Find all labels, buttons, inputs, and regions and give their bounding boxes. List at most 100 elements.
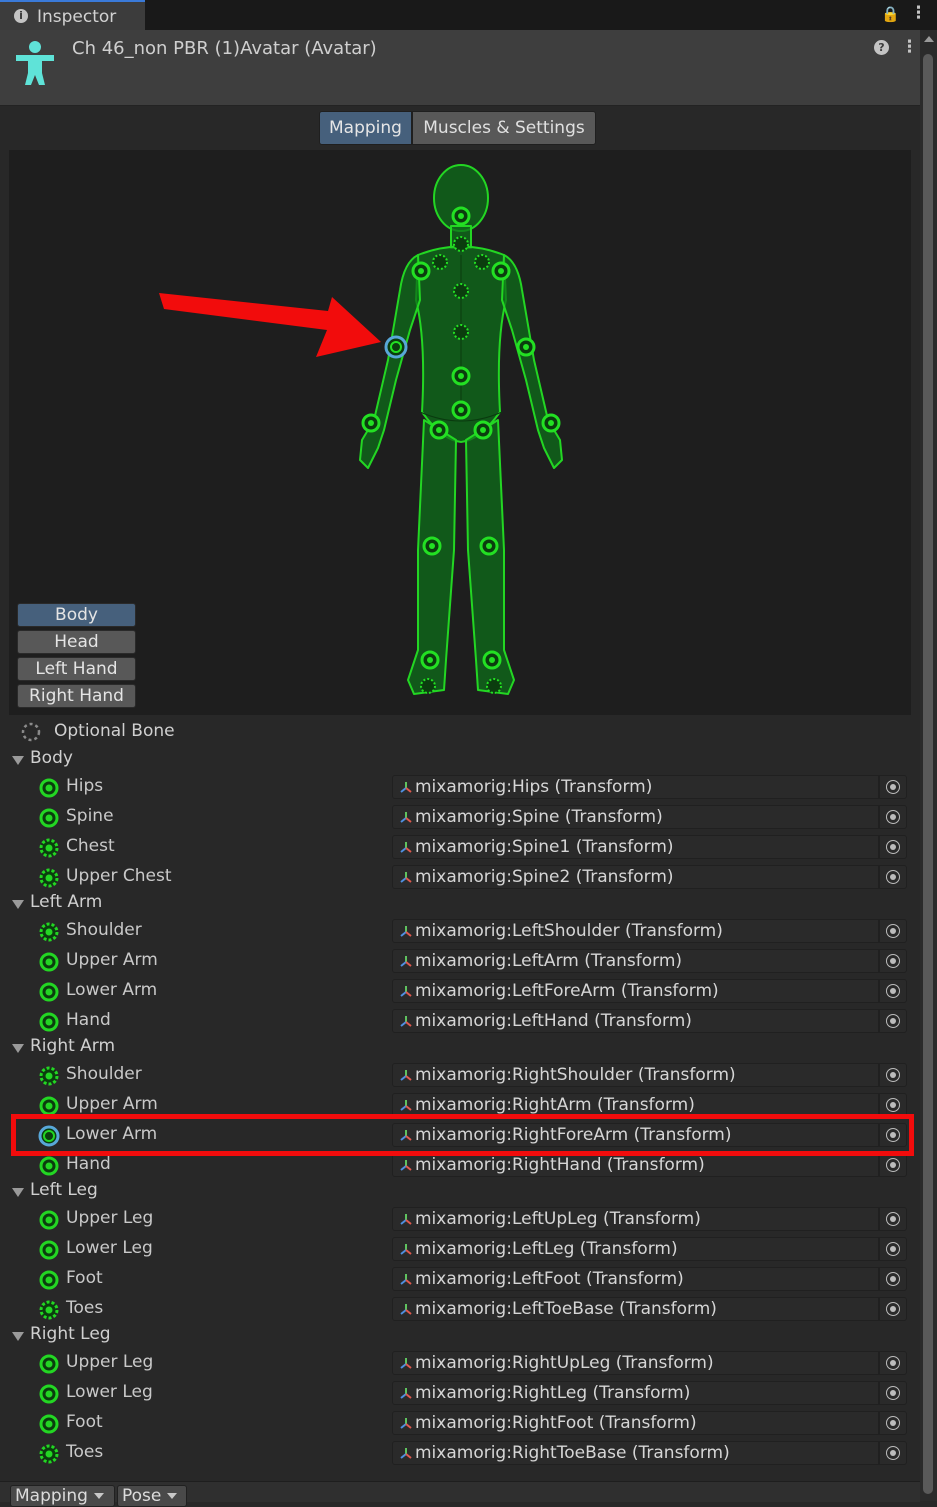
object-picker-button[interactable]: [879, 1297, 907, 1321]
tab-mapping[interactable]: Mapping: [319, 111, 412, 145]
transform-object-field[interactable]: mixamorig:Spine2 (Transform): [392, 865, 879, 889]
object-picker-button[interactable]: [879, 1351, 907, 1375]
bone-row[interactable]: Upper Leg mixamorig:RightUpLeg (Transform…: [0, 1349, 920, 1379]
bone-row[interactable]: Upper Arm mixamorig:LeftArm (Transform): [0, 947, 920, 977]
object-picker-button[interactable]: [879, 775, 907, 799]
bone-name: Toes: [66, 1298, 104, 1318]
object-picker-button[interactable]: [879, 865, 907, 889]
foldout-arrow-icon[interactable]: [12, 1044, 24, 1053]
mapping-dropdown[interactable]: Mapping: [10, 1485, 115, 1507]
transform-value: mixamorig:LeftArm (Transform): [415, 951, 683, 971]
optional-bone-icon: [39, 922, 59, 942]
optional-bone-icon: [39, 868, 59, 888]
bone-row[interactable]: Foot mixamorig:LeftFoot (Transform): [0, 1265, 920, 1295]
transform-icon: [400, 1016, 412, 1027]
object-picker-button[interactable]: [879, 1411, 907, 1435]
foldout-arrow-icon[interactable]: [12, 1188, 24, 1197]
transform-icon: [400, 1160, 412, 1171]
bone-row[interactable]: Upper Chest mixamorig:Spine2 (Transform): [0, 863, 920, 893]
object-picker-button[interactable]: [879, 1153, 907, 1177]
transform-object-field[interactable]: mixamorig:LeftHand (Transform): [392, 1009, 879, 1033]
transform-icon: [400, 926, 412, 937]
bone-row[interactable]: Shoulder mixamorig:RightShoulder (Transfo…: [0, 1061, 920, 1091]
transform-object-field[interactable]: mixamorig:RightFoot (Transform): [392, 1411, 879, 1435]
transform-object-field[interactable]: mixamorig:Spine (Transform): [392, 805, 879, 829]
bone-row[interactable]: Lower Leg mixamorig:LeftLeg (Transform): [0, 1235, 920, 1265]
object-picker-button[interactable]: [879, 1267, 907, 1291]
transform-object-field[interactable]: mixamorig:Spine1 (Transform): [392, 835, 879, 859]
object-picker-button[interactable]: [879, 949, 907, 973]
object-picker-icon: [886, 1098, 900, 1112]
object-picker-button[interactable]: [879, 1381, 907, 1405]
transform-object-field[interactable]: mixamorig:LeftLeg (Transform): [392, 1237, 879, 1261]
object-picker-button[interactable]: [879, 919, 907, 943]
transform-object-field[interactable]: mixamorig:RightLeg (Transform): [392, 1381, 879, 1405]
transform-object-field[interactable]: mixamorig:LeftFoot (Transform): [392, 1267, 879, 1291]
lock-icon[interactable]: 🔒: [881, 5, 900, 23]
pose-dropdown[interactable]: Pose: [117, 1485, 187, 1507]
bone-row[interactable]: Upper Leg mixamorig:LeftUpLeg (Transform): [0, 1205, 920, 1235]
object-picker-button[interactable]: [879, 805, 907, 829]
bone-name: Upper Leg: [66, 1352, 154, 1372]
object-picker-button[interactable]: [879, 979, 907, 1003]
transform-object-field[interactable]: mixamorig:Hips (Transform): [392, 775, 879, 799]
bone-name: Upper Chest: [66, 866, 172, 886]
transform-value: mixamorig:RightToeBase (Transform): [415, 1443, 730, 1463]
body-part-body-button[interactable]: Body: [17, 603, 136, 627]
bone-row[interactable]: Shoulder mixamorig:LeftShoulder (Transfor…: [0, 917, 920, 947]
transform-object-field[interactable]: mixamorig:LeftShoulder (Transform): [392, 919, 879, 943]
object-picker-button[interactable]: [879, 1441, 907, 1465]
bone-row[interactable]: Lower Leg mixamorig:RightLeg (Transform): [0, 1379, 920, 1409]
transform-icon: [400, 1418, 412, 1429]
transform-object-field[interactable]: mixamorig:LeftArm (Transform): [392, 949, 879, 973]
component-menu-icon[interactable]: ⋮: [901, 37, 918, 57]
bone-name: Chest: [66, 836, 115, 856]
bone-row[interactable]: Chest mixamorig:Spine1 (Transform): [0, 833, 920, 863]
object-picker-button[interactable]: [879, 1063, 907, 1087]
transform-object-field[interactable]: mixamorig:LeftForeArm (Transform): [392, 979, 879, 1003]
bone-row[interactable]: Spine mixamorig:Spine (Transform): [0, 803, 920, 833]
foldout-arrow-icon[interactable]: [12, 900, 24, 909]
info-icon: i: [14, 9, 28, 23]
transform-icon: [400, 782, 412, 793]
body-part-left-hand-button[interactable]: Left Hand: [17, 657, 136, 681]
tab-muscles-settings[interactable]: Muscles & Settings: [412, 111, 596, 145]
bone-icon: [39, 1354, 59, 1374]
bone-row[interactable]: Toes mixamorig:LeftToeBase (Transform): [0, 1295, 920, 1325]
bone-row[interactable]: Toes mixamorig:RightToeBase (Transform): [0, 1439, 920, 1469]
transform-object-field[interactable]: mixamorig:LeftToeBase (Transform): [392, 1297, 879, 1321]
body-part-right-hand-button[interactable]: Right Hand: [17, 684, 136, 708]
bone-icon: [39, 778, 59, 798]
transform-object-field[interactable]: mixamorig:RightToeBase (Transform): [392, 1441, 879, 1465]
bone-name: Hips: [66, 776, 104, 796]
scrollbar[interactable]: [920, 30, 937, 1501]
object-picker-icon: [886, 1158, 900, 1172]
transform-object-field[interactable]: mixamorig:LeftUpLeg (Transform): [392, 1207, 879, 1231]
transform-value: mixamorig:LeftToeBase (Transform): [415, 1299, 717, 1319]
object-picker-button[interactable]: [879, 1009, 907, 1033]
bone-row[interactable]: Lower Arm mixamorig:LeftForeArm (Transfor…: [0, 977, 920, 1007]
bone-icon: [39, 1156, 59, 1176]
object-picker-button[interactable]: [879, 835, 907, 859]
foldout-arrow-icon[interactable]: [12, 756, 24, 765]
transform-value: mixamorig:RightArm (Transform): [415, 1095, 695, 1115]
transform-icon: [400, 812, 412, 823]
tab-inspector[interactable]: i Inspector: [0, 0, 145, 30]
object-picker-button[interactable]: [879, 1237, 907, 1261]
transform-object-field[interactable]: mixamorig:RightShoulder (Transform): [392, 1063, 879, 1087]
tab-menu-icon[interactable]: ⋮: [910, 3, 927, 23]
transform-value: mixamorig:RightLeg (Transform): [415, 1383, 691, 1403]
bone-row[interactable]: Hand mixamorig:LeftHand (Transform): [0, 1007, 920, 1037]
bone-row[interactable]: Hips mixamorig:Hips (Transform): [0, 773, 920, 803]
transform-object-field[interactable]: mixamorig:RightHand (Transform): [392, 1153, 879, 1177]
help-icon[interactable]: ?: [874, 40, 889, 55]
scroll-up-icon[interactable]: [924, 36, 934, 42]
annotation-highlight-box: [11, 1114, 914, 1156]
object-picker-button[interactable]: [879, 1207, 907, 1231]
scrollbar-thumb[interactable]: [923, 54, 933, 1494]
bone-row[interactable]: Foot mixamorig:RightFoot (Transform): [0, 1409, 920, 1439]
transform-object-field[interactable]: mixamorig:RightUpLeg (Transform): [392, 1351, 879, 1375]
foldout-arrow-icon[interactable]: [12, 1332, 24, 1341]
bone-name: Lower Arm: [66, 980, 158, 1000]
body-part-head-button[interactable]: Head: [17, 630, 136, 654]
